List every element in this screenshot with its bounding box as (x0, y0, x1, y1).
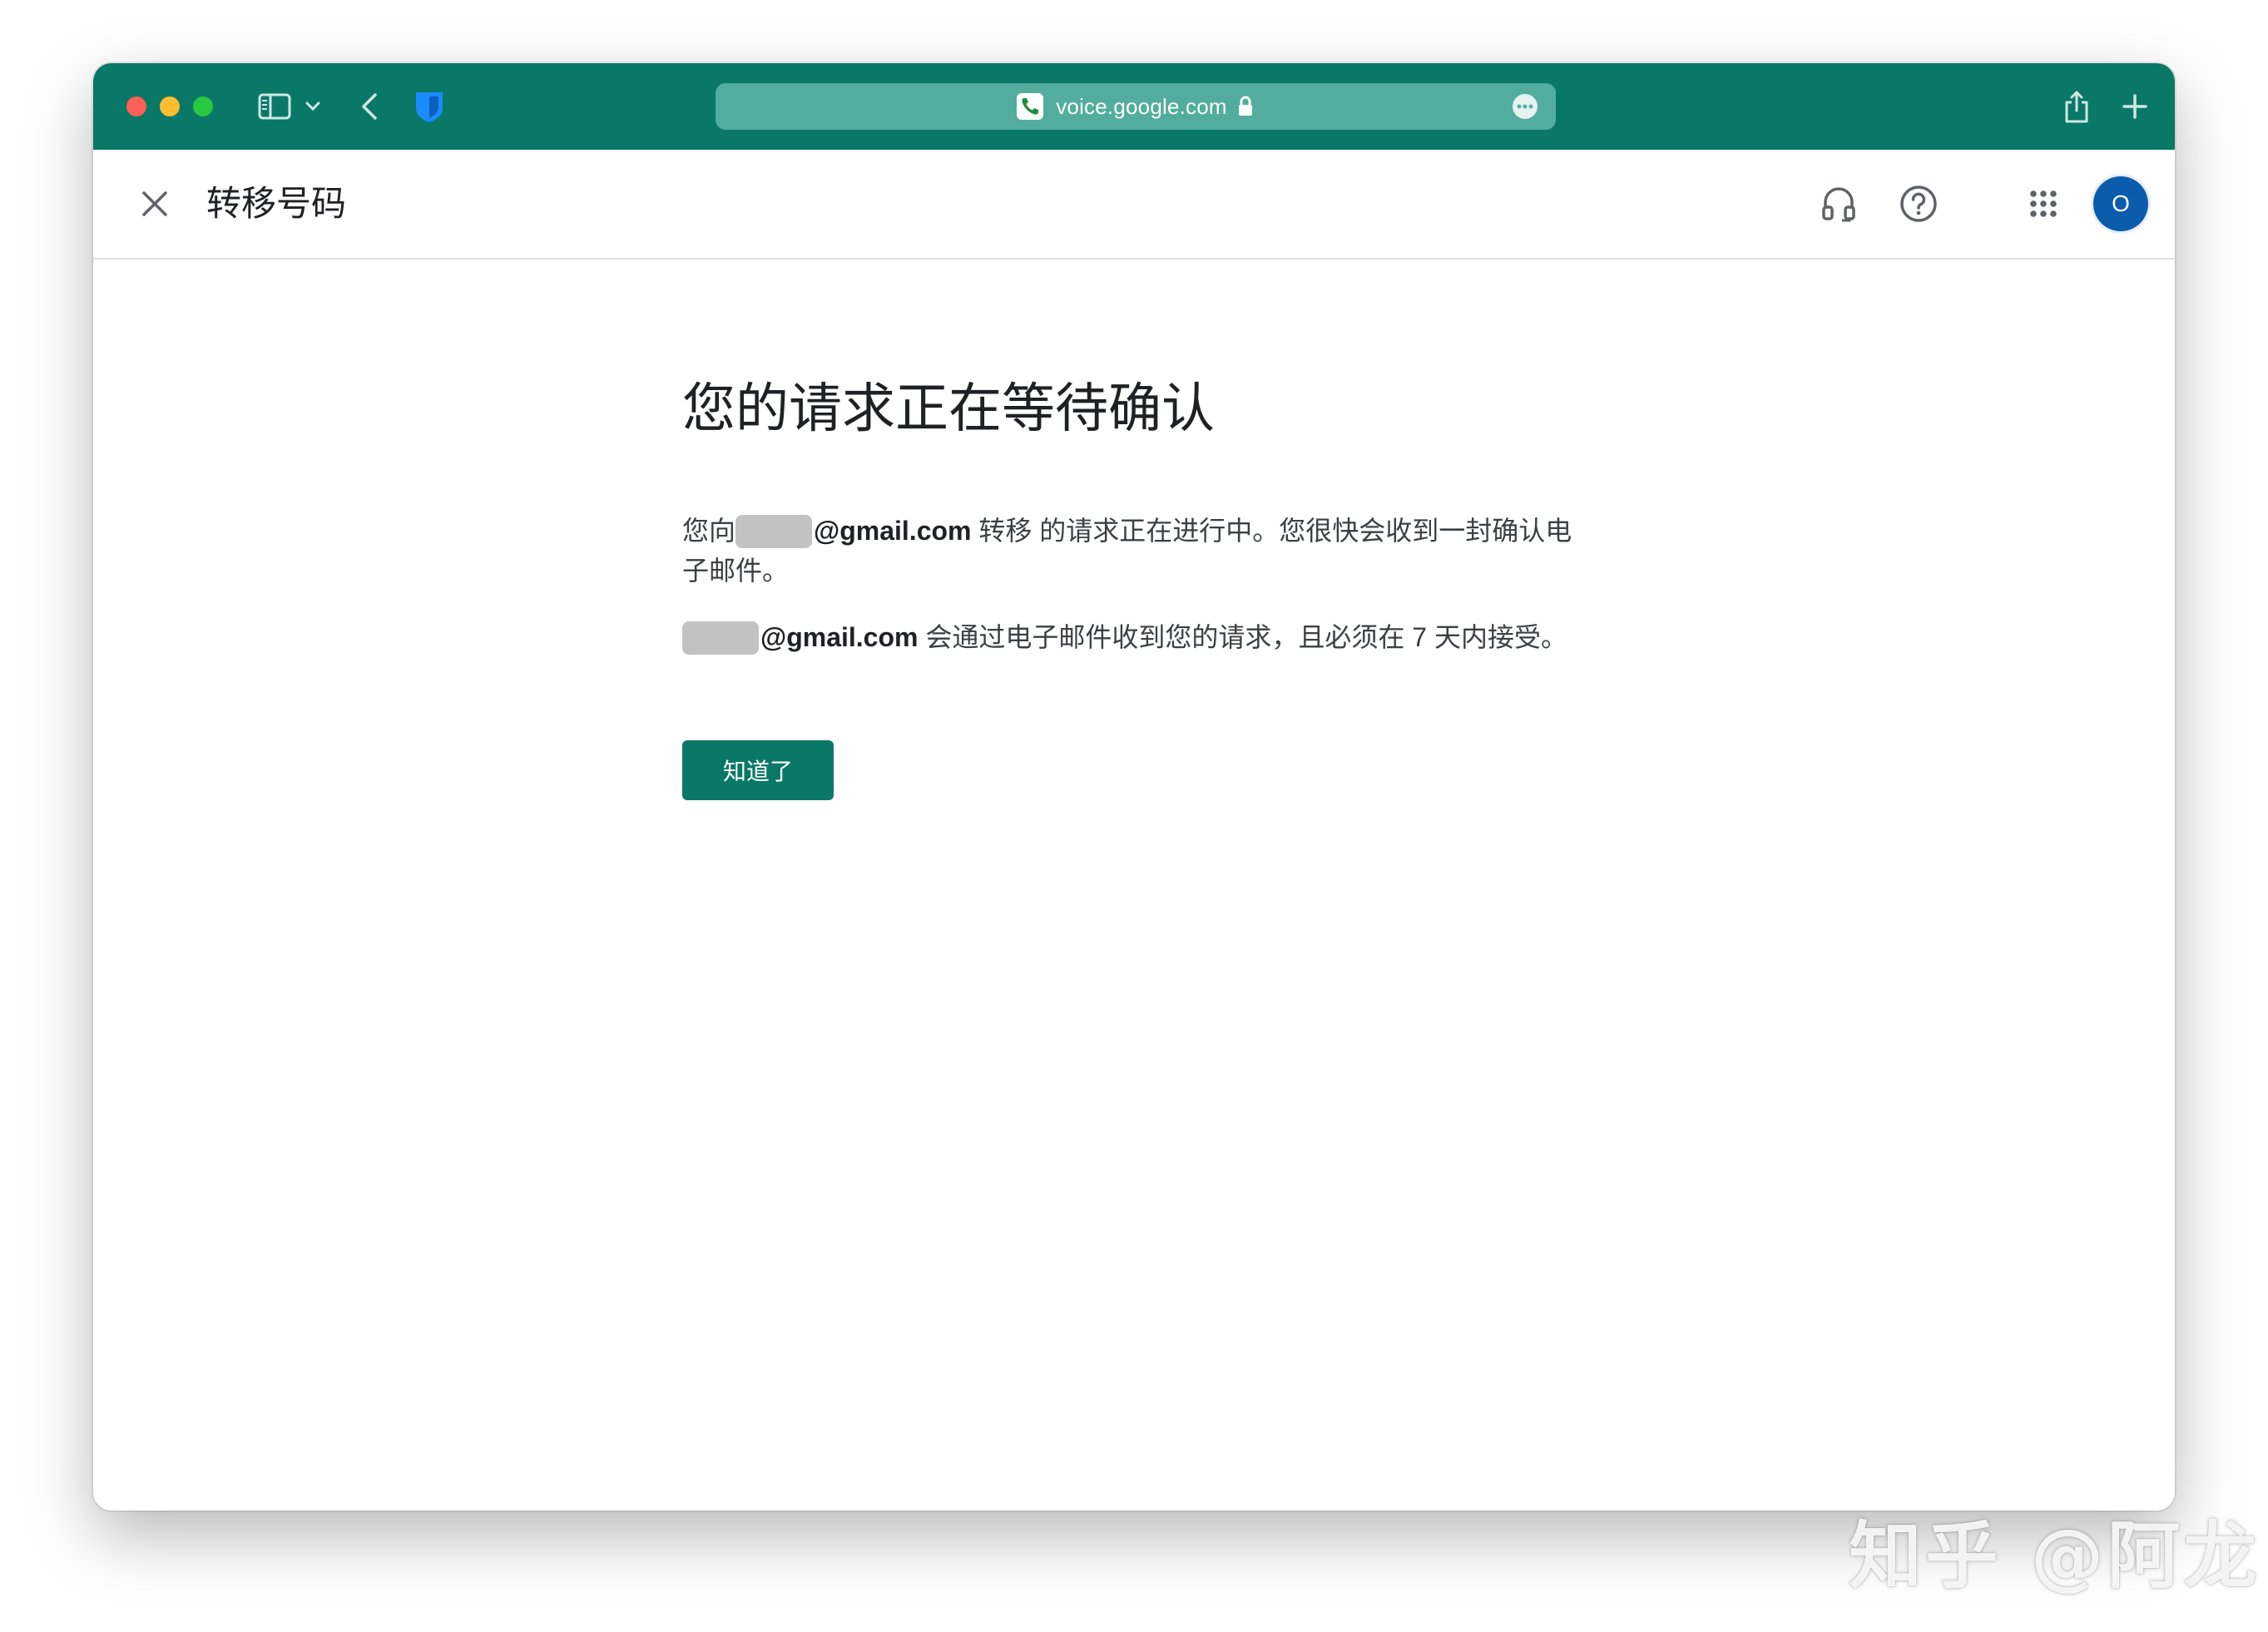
more-icon[interactable] (1513, 94, 1538, 119)
status-heading: 您的请求正在等待确认 (682, 378, 1215, 438)
lock-icon (1237, 95, 1255, 118)
back-icon[interactable] (353, 88, 386, 125)
apps-grid-icon[interactable] (2022, 182, 2065, 225)
url-text: voice.google.com (1056, 93, 1227, 119)
zoom-window-button[interactable] (193, 96, 213, 116)
address-bar[interactable]: voice.google.com (716, 83, 1556, 130)
sidebar-icon[interactable] (256, 88, 293, 125)
browser-window: voice.google.com 转移号码 O 您的请求正在等待确认 您向 @g… (93, 63, 2175, 1511)
request-message: 您向 @gmail.com 转移 的请求正在进行中。您很快会收到一封确认电子邮件。 (682, 511, 1597, 591)
phone-icon (1016, 92, 1044, 121)
help-icon[interactable] (1897, 182, 1940, 225)
plus-icon[interactable] (2117, 88, 2153, 125)
chevron-down-icon[interactable] (301, 88, 324, 125)
share-icon[interactable] (2060, 88, 2093, 125)
acceptance-message: @gmail.com 会通过电子邮件收到您的请求，且必须在 7 天内接受。 (682, 617, 1597, 657)
redacted-username (682, 621, 759, 655)
got-it-button[interactable]: 知道了 (682, 740, 834, 800)
request-prefix: 您向 (682, 516, 736, 546)
recipient-email: @gmail.com (760, 622, 919, 652)
avatar[interactable]: O (2093, 176, 2148, 231)
recipient-email: @gmail.com (814, 516, 972, 546)
close-icon[interactable] (136, 185, 173, 222)
shield-icon[interactable] (411, 88, 448, 125)
redacted-username (735, 515, 813, 548)
app-header: 转移号码 O (93, 150, 2175, 260)
browser-toolbar: voice.google.com (93, 63, 2175, 150)
page-title: 转移号码 (206, 184, 347, 223)
minimize-window-button[interactable] (160, 96, 180, 116)
watermark: 知乎 @阿龙 (1849, 1513, 2261, 1599)
close-window-button[interactable] (126, 96, 146, 116)
headset-icon[interactable] (1817, 182, 1860, 225)
main-content: 您的请求正在等待确认 您向 @gmail.com 转移 的请求正在进行中。您很快会… (682, 371, 1597, 800)
acceptance-suffix: 会通过电子邮件收到您的请求，且必须在 7 天内接受。 (918, 622, 1567, 652)
